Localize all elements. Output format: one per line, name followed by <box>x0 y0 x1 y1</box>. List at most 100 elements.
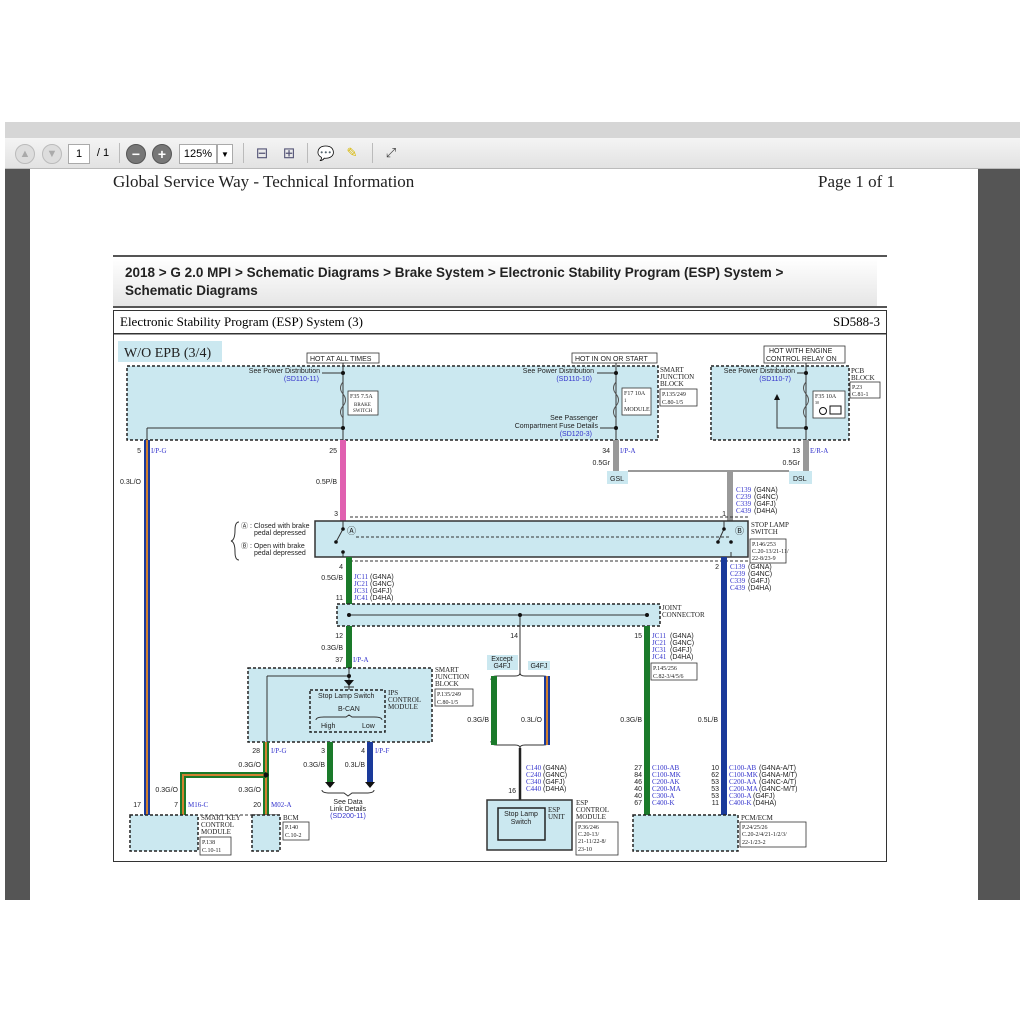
ref-link[interactable]: (SD110-11) <box>284 376 319 383</box>
svg-text:(D4HA): (D4HA) <box>754 508 777 515</box>
wire-gr <box>803 440 809 471</box>
pdf-toolbar: ▲ ▼ 1 / 1 − + 125% ▼ ⊟ ⊞ 💬 ✎ ⤢ <box>5 138 1020 169</box>
page-ref: P.146/253 <box>752 542 776 548</box>
page-ref: P.140 <box>285 825 298 831</box>
component-label: MODULE <box>201 828 231 836</box>
wire-spec: 0.3G/B <box>467 717 489 724</box>
pin-number: 4 <box>361 748 365 755</box>
fuse-details-note: Compartment Fuse Details <box>515 423 599 430</box>
connector-link[interactable]: E/R-A <box>810 447 828 455</box>
header-title: Global Service Way - Technical Informati… <box>113 172 415 191</box>
pin-number: 20 <box>253 802 261 809</box>
connector-list-jc-bottom: JC11 (G4NA) JC21 (G4NC) JC31 (G4FJ) JC41 (D4… <box>652 632 694 661</box>
legend-text: pedal depressed <box>254 550 306 557</box>
svg-text:(G4FJ): (G4FJ) <box>754 501 776 508</box>
connector-link[interactable]: I/P-A <box>353 656 369 664</box>
esp-switch-label: Stop Lamp <box>504 811 538 818</box>
page-ref: P.135/249 <box>662 392 686 398</box>
arrow-up-icon[interactable]: ▲ <box>15 144 35 164</box>
pcm-ecm-module <box>632 814 739 852</box>
component-label: MODULE <box>576 813 606 821</box>
svg-text:(G4NA): (G4NA) <box>370 574 394 581</box>
page-ref: P.138 <box>202 840 215 846</box>
fit-page-icon[interactable]: ⊟ <box>254 143 270 163</box>
page-number-input[interactable]: 1 <box>68 144 90 164</box>
zoom-out-icon[interactable]: − <box>126 144 146 164</box>
svg-text:(G4NC): (G4NC) <box>370 581 394 588</box>
page-ref: C.80-1/5 <box>662 400 683 406</box>
page-ref: P.135/249 <box>437 692 461 698</box>
see-power-distribution: See Power Distribution <box>249 368 320 375</box>
pin-number: 3 <box>321 748 325 755</box>
svg-text:11: 11 <box>712 800 719 807</box>
see-power-distribution: See Power Distribution <box>523 368 594 375</box>
comment-icon[interactable]: 💬 <box>317 143 335 163</box>
connector-link[interactable]: I/P-A <box>620 447 636 455</box>
page-ref: C.20-2/4/21-1/2/3/ <box>742 832 787 838</box>
pin-number: 2 <box>715 564 719 571</box>
window-top-band <box>5 122 1020 138</box>
wire-spec: 0.5G/B <box>321 575 343 582</box>
svg-text:(G4NA): (G4NA) <box>754 487 778 494</box>
wire-spec: 0.5Gr <box>782 460 800 467</box>
connector-link[interactable]: M16-C <box>188 801 209 809</box>
zoom-dropdown-icon[interactable]: ▼ <box>217 144 233 164</box>
zoom-in-icon[interactable]: + <box>152 144 172 164</box>
component-label: BLOCK <box>851 374 875 382</box>
component-label: PCM/ECM <box>741 814 774 822</box>
page-ref: P.145/256 <box>653 666 677 672</box>
page-ref: 22-8/23-9 <box>752 556 776 562</box>
zoom-level-input[interactable]: 125% <box>179 144 217 164</box>
wire-lb <box>721 557 727 815</box>
svg-text:53: 53 <box>711 779 719 786</box>
arrow-down-icon[interactable]: ▼ <box>42 144 62 164</box>
page-ref: C.81-1 <box>852 392 869 398</box>
page-ref: P.23 <box>852 385 862 391</box>
pin-number: 34 <box>602 448 610 455</box>
connector-link[interactable]: I/P-G <box>271 747 287 755</box>
bus-line-label: Low <box>362 723 376 730</box>
connector-link[interactable]: I/P-G <box>151 447 167 455</box>
pin-number: 4 <box>339 564 343 571</box>
svg-text:(G4NA): (G4NA) <box>670 633 694 640</box>
ref-link[interactable]: (SD120-3) <box>560 431 592 438</box>
ref-link[interactable]: (SD110-10) <box>556 376 592 383</box>
switch-contact-a: Ⓐ <box>347 526 356 536</box>
fullscreen-icon[interactable]: ⤢ <box>382 143 400 163</box>
pin-number: 7 <box>174 802 178 809</box>
fit-width-icon[interactable]: ⊞ <box>281 143 297 163</box>
data-link-note: See Data <box>333 799 362 806</box>
diagram-title-row: Electronic Stability Program (ESP) Syste… <box>113 310 887 334</box>
svg-text:(G4NC-M/T): (G4NC-M/T) <box>759 786 798 793</box>
connector-link[interactable]: I/P-F <box>375 747 390 755</box>
fuse-label: F17 10A <box>624 391 646 397</box>
svg-text:10: 10 <box>711 765 719 772</box>
ref-link[interactable]: (SD200-11) <box>330 813 366 820</box>
legend-text: Ⓐ : Closed with brake <box>241 522 310 530</box>
page-ref: C.20-13/ <box>578 832 600 838</box>
highlight-icon[interactable]: ✎ <box>343 143 361 163</box>
legend-text: Ⓑ : Open with brake <box>241 542 305 550</box>
ref-link[interactable]: (SD110-7) <box>759 376 791 383</box>
fuse-label: MODULE <box>624 407 650 413</box>
connector-list-c139-top: C139 (G4NA) C239 (G4NC) C339 (G4FJ) C439 (D4… <box>736 486 778 515</box>
svg-text:(D4HA): (D4HA) <box>543 786 566 793</box>
page-total: / 1 <box>96 147 110 159</box>
page-ref: C.82-3/4/5/6 <box>653 674 684 680</box>
wire-lo <box>144 440 150 815</box>
wire-spec: 0.5Gr <box>592 460 610 467</box>
svg-text:40: 40 <box>634 786 642 793</box>
variant-tag: Except <box>491 656 512 663</box>
svg-text:27: 27 <box>634 765 642 772</box>
hot-label: HOT IN ON OR START <box>575 356 648 363</box>
svg-text:C400-K: C400-K <box>729 799 752 807</box>
page-ref: C.10-11 <box>202 848 221 854</box>
connector-link[interactable]: M02-A <box>271 801 292 809</box>
svg-text:(G4NA-A/T): (G4NA-A/T) <box>759 765 796 772</box>
bus-label: B-CAN <box>338 706 360 713</box>
splice-label: GSL <box>610 476 624 483</box>
wire-spec: 0.3G/O <box>238 762 261 769</box>
wire-gb <box>327 742 333 782</box>
see-power-distribution: See Power Distribution <box>724 368 795 375</box>
page-ref: C.80-1/5 <box>437 700 458 706</box>
